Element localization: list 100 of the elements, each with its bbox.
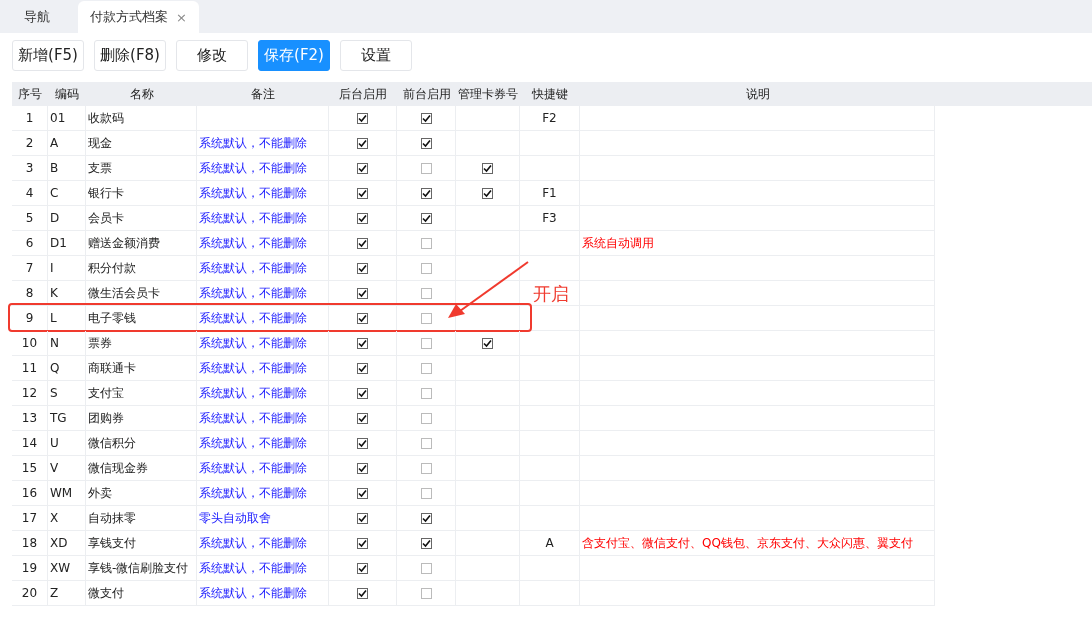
table-cell: 17	[12, 506, 48, 531]
checkbox[interactable]	[357, 512, 368, 524]
table-cell: 系统默认，不能删除	[197, 456, 329, 481]
toolbar-button[interactable]: 新增(F5)	[12, 40, 84, 71]
checkbox[interactable]	[357, 287, 368, 299]
table-cell: 系统默认，不能删除	[197, 181, 329, 206]
checkbox[interactable]	[482, 162, 493, 174]
column-header: 管理卡券号	[457, 85, 519, 103]
table-cell: 电子零钱	[86, 306, 197, 331]
checkbox[interactable]	[357, 312, 368, 324]
table-cell: 10	[12, 331, 48, 356]
checkbox[interactable]	[357, 412, 368, 424]
table-cell: D	[48, 206, 86, 231]
checkbox[interactable]	[420, 237, 432, 249]
checkbox[interactable]	[420, 387, 432, 399]
checkbox[interactable]	[420, 137, 432, 149]
table-cell: 享钱-微信刷脸支付	[86, 556, 197, 581]
toolbar-button[interactable]: 修改	[176, 40, 248, 71]
checkbox[interactable]	[420, 287, 432, 299]
checkbox[interactable]	[420, 187, 432, 199]
checkbox[interactable]	[357, 187, 368, 199]
checkbox[interactable]	[420, 587, 432, 599]
checkbox[interactable]	[420, 312, 432, 324]
checkbox[interactable]	[420, 412, 432, 424]
table-cell: 微生活会员卡	[86, 281, 197, 306]
column-header: 后台启用	[338, 85, 388, 103]
table-cell: 系统默认，不能删除	[197, 331, 329, 356]
table-cell	[520, 281, 580, 306]
table-cell: A	[520, 531, 580, 556]
checkbox[interactable]	[420, 212, 432, 224]
close-icon[interactable]: ×	[176, 9, 187, 25]
checkbox[interactable]	[357, 387, 368, 399]
table-cell: 19	[12, 556, 48, 581]
checkbox[interactable]	[482, 187, 493, 199]
table-cell: 微信积分	[86, 431, 197, 456]
toolbar-button[interactable]: 删除(F8)	[94, 40, 166, 71]
checkbox[interactable]	[357, 362, 368, 374]
table-cell: 15	[12, 456, 48, 481]
table-cell: D1	[48, 231, 86, 256]
table-cell: WM	[48, 481, 86, 506]
table-cell: 系统默认，不能删除	[197, 481, 329, 506]
checkbox[interactable]	[420, 487, 432, 499]
table-cell: 享钱支付	[86, 531, 197, 556]
table-cell: 系统默认，不能删除	[197, 306, 329, 331]
column-header: 名称	[128, 85, 155, 103]
table-cell: 系统默认，不能删除	[197, 206, 329, 231]
table-cell: 微信现金券	[86, 456, 197, 481]
checkbox[interactable]	[357, 262, 368, 274]
checkbox[interactable]	[357, 562, 368, 574]
table-cell: 系统默认，不能删除	[197, 156, 329, 181]
tab-label: 导航	[24, 8, 50, 26]
table-cell: 4	[12, 181, 48, 206]
checkbox[interactable]	[420, 437, 432, 449]
table-cell: 收款码	[86, 106, 197, 131]
tab[interactable]: 导航	[12, 1, 62, 33]
table-cell: A	[48, 131, 86, 156]
checkbox[interactable]	[420, 562, 432, 574]
checkbox[interactable]	[357, 462, 368, 474]
checkbox[interactable]	[357, 487, 368, 499]
checkbox[interactable]	[357, 437, 368, 449]
checkbox[interactable]	[357, 137, 368, 149]
checkbox[interactable]	[420, 537, 432, 549]
checkbox[interactable]	[420, 462, 432, 474]
table-cell: 2	[12, 131, 48, 156]
checkbox[interactable]	[420, 337, 432, 349]
table-cell: B	[48, 156, 86, 181]
checkbox[interactable]	[357, 337, 368, 349]
table-cell: K	[48, 281, 86, 306]
checkbox[interactable]	[420, 512, 432, 524]
table-cell: 系统默认，不能删除	[197, 131, 329, 156]
checkbox[interactable]	[420, 112, 432, 124]
table-cell: 银行卡	[86, 181, 197, 206]
table-cell: X	[48, 506, 86, 531]
table-cell: 含支付宝、微信支付、QQ钱包、京东支付、大众闪惠、翼支付	[580, 531, 935, 556]
checkbox[interactable]	[357, 537, 368, 549]
checkbox[interactable]	[357, 237, 368, 249]
table-cell: 18	[12, 531, 48, 556]
checkbox[interactable]	[420, 162, 432, 174]
tab[interactable]: 付款方式档案 ×	[78, 1, 199, 33]
table-cell: 系统默认，不能删除	[197, 356, 329, 381]
table-cell: 系统默认，不能删除	[197, 581, 329, 606]
table-cell: 7	[12, 256, 48, 281]
checkbox[interactable]	[357, 112, 368, 124]
table-cell: 6	[12, 231, 48, 256]
checkbox[interactable]	[357, 162, 368, 174]
toolbar-button[interactable]: 设置	[340, 40, 412, 71]
checkbox[interactable]	[420, 362, 432, 374]
checkbox[interactable]	[420, 262, 432, 274]
table-cell: 系统默认，不能删除	[197, 256, 329, 281]
checkbox[interactable]	[357, 587, 368, 599]
checkbox[interactable]	[482, 337, 493, 349]
table-cell: 16	[12, 481, 48, 506]
table-cell: 自动抹零	[86, 506, 197, 531]
table-cell: 11	[12, 356, 48, 381]
table-cell: Q	[48, 356, 86, 381]
table-cell: 9	[12, 306, 48, 331]
arrow-icon	[446, 261, 530, 319]
checkbox[interactable]	[357, 212, 368, 224]
table-cell: 3	[12, 156, 48, 181]
tab-label: 付款方式档案	[90, 8, 168, 26]
